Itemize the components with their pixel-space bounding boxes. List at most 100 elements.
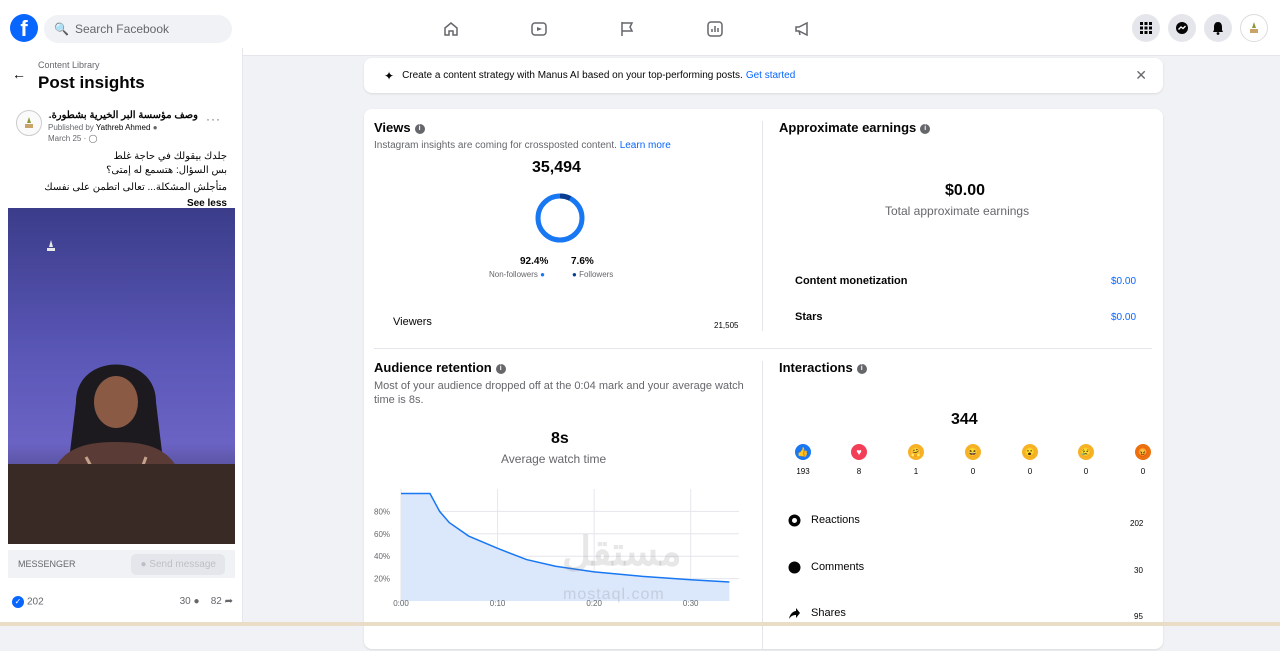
video-icon[interactable] (528, 18, 550, 40)
more-options-icon[interactable]: ··· (206, 112, 221, 126)
x-tick-label: 0:10 (490, 599, 506, 608)
post-stats: ✓ 202 30 ● 82 ➦ (8, 596, 235, 608)
followers-label: Followers (579, 270, 614, 279)
average-watch-time-label: Average watch time (501, 452, 607, 466)
comment-icon: ● (193, 596, 200, 607)
page-avatar[interactable] (16, 110, 42, 136)
shares-count: 82 (210, 596, 222, 607)
messenger-row: MESSENGER ● Send message (8, 550, 235, 578)
earnings-total-label: Total approximate earnings (885, 204, 1030, 218)
retention-title: Audience retention i (374, 360, 506, 375)
divider (374, 348, 1152, 349)
comment-icon (788, 561, 801, 574)
views-donut-chart (535, 193, 585, 243)
home-icon[interactable] (440, 18, 462, 40)
sparkle-icon: ✦ (384, 68, 395, 83)
love-icon: ♥ (851, 444, 867, 460)
back-arrow-icon[interactable]: ← (12, 66, 26, 82)
non-followers-label: Non-followers (489, 270, 538, 279)
views-title-text: Views (374, 120, 411, 135)
megaphone-icon[interactable] (792, 18, 814, 40)
search-input[interactable]: 🔍 Search Facebook (44, 15, 232, 43)
post-text-line-3: متأجلش المشكلة... تعالى اتطمن على نفسك (44, 182, 227, 193)
views-subtitle-text: Instagram insights are coming for crossp… (374, 140, 617, 151)
viewers-label: Viewers (393, 316, 432, 328)
facebook-logo[interactable]: f (10, 14, 38, 42)
insights-card: Views i Instagram insights are coming for… (364, 109, 1163, 651)
retention-area (401, 493, 730, 601)
send-message-label: Send message (149, 558, 216, 570)
flag-icon[interactable] (616, 18, 638, 40)
comments-value: 30 (1134, 566, 1143, 575)
retention-description: Most of your audience dropped off at the… (374, 380, 744, 406)
comments-stat[interactable]: 30 ● (180, 596, 200, 607)
shares-label: Shares (811, 607, 846, 619)
info-icon[interactable]: i (920, 123, 931, 134)
get-started-link[interactable]: Get started (746, 70, 795, 81)
bell-icon[interactable] (1204, 14, 1232, 42)
shares-stat[interactable]: 82 ➦ (211, 596, 233, 607)
post-text-line-1: جلدك بيقولك في حاجة غلط (113, 151, 227, 162)
post-video[interactable] (8, 208, 235, 544)
earnings-title: Approximate earnings i (779, 120, 931, 135)
banner-text: Create a content strategy with Manus AI … (402, 70, 743, 81)
y-tick-label: 40% (374, 552, 390, 561)
author-name[interactable]: Yathreb Ahmed (96, 123, 151, 132)
post-date-text: March 25 · (48, 134, 87, 143)
published-by: Published by Yathreb Ahmed ● (48, 123, 158, 132)
reaction-count: 0 (970, 467, 976, 476)
views-total: 35,494 (532, 159, 581, 176)
close-icon[interactable]: ✕ (1135, 67, 1147, 84)
page-name[interactable]: وصف مؤسسة البر الخيرية بشطورة... (48, 110, 198, 121)
post-text-line-2: بس السؤال: هتسمع له إمتى؟ (106, 165, 227, 176)
globe-icon: ◯ (88, 134, 98, 143)
reaction-count: 0 (1027, 467, 1033, 476)
like-icon: ✓ (12, 596, 24, 608)
y-tick-label: 20% (374, 575, 390, 584)
y-tick-label: 80% (374, 507, 390, 516)
post-insights-sidebar: ← Content Library Post insights وصف مؤسس… (0, 48, 243, 626)
search-placeholder: Search Facebook (74, 22, 170, 36)
chart-icon[interactable] (704, 18, 726, 40)
legend-dot-icon: ● (572, 270, 577, 279)
viewers-value: 21,505 (714, 321, 739, 330)
earnings-title-text: Approximate earnings (779, 120, 917, 135)
apps-grid-icon[interactable] (1132, 14, 1160, 42)
likes-stat[interactable]: ✓ 202 (12, 596, 44, 608)
reaction-count: 8 (856, 467, 862, 476)
stars-label: Stars (795, 311, 823, 323)
send-message-button[interactable]: ● Send message (131, 553, 225, 575)
reaction-count: 0 (1140, 467, 1146, 476)
content-monetization-label: Content monetization (795, 275, 908, 287)
bottom-border (0, 622, 1280, 626)
care-icon: 🤗 (908, 444, 924, 460)
messenger-label: MESSENGER (18, 559, 76, 569)
video-logo-icon (42, 238, 60, 256)
divider (762, 121, 763, 331)
reaction-count: 1 (913, 467, 919, 476)
info-icon[interactable]: i (856, 363, 867, 374)
published-prefix: Published by (48, 123, 94, 132)
breadcrumb[interactable]: Content Library (38, 60, 100, 70)
x-tick-label: 0:20 (586, 599, 602, 608)
reaction-count: 0 (1083, 467, 1089, 476)
x-tick-label: 0:30 (683, 599, 699, 608)
legend-dot-icon: ● (540, 270, 545, 279)
page-title: Post insights (38, 73, 145, 92)
followers-pct: 7.6% (571, 256, 594, 267)
x-tick-label: 0:00 (393, 599, 409, 608)
views-title: Views i (374, 120, 425, 135)
profile-avatar[interactable] (1240, 14, 1268, 42)
followers-legend: ● Followers (572, 270, 613, 279)
y-tick-label: 60% (374, 530, 390, 539)
stars-value[interactable]: $0.00 (1111, 312, 1136, 323)
retention-title-text: Audience retention (374, 360, 492, 375)
learn-more-link[interactable]: Learn more (620, 140, 671, 151)
interactions-title-text: Interactions (779, 360, 853, 375)
messenger-icon[interactable] (1168, 14, 1196, 42)
sad-icon: 😢 (1078, 444, 1094, 460)
info-icon[interactable]: i (495, 363, 506, 374)
views-subtitle: Instagram insights are coming for crossp… (374, 140, 671, 151)
content-monetization-value[interactable]: $0.00 (1111, 276, 1136, 287)
info-icon[interactable]: i (414, 123, 425, 134)
